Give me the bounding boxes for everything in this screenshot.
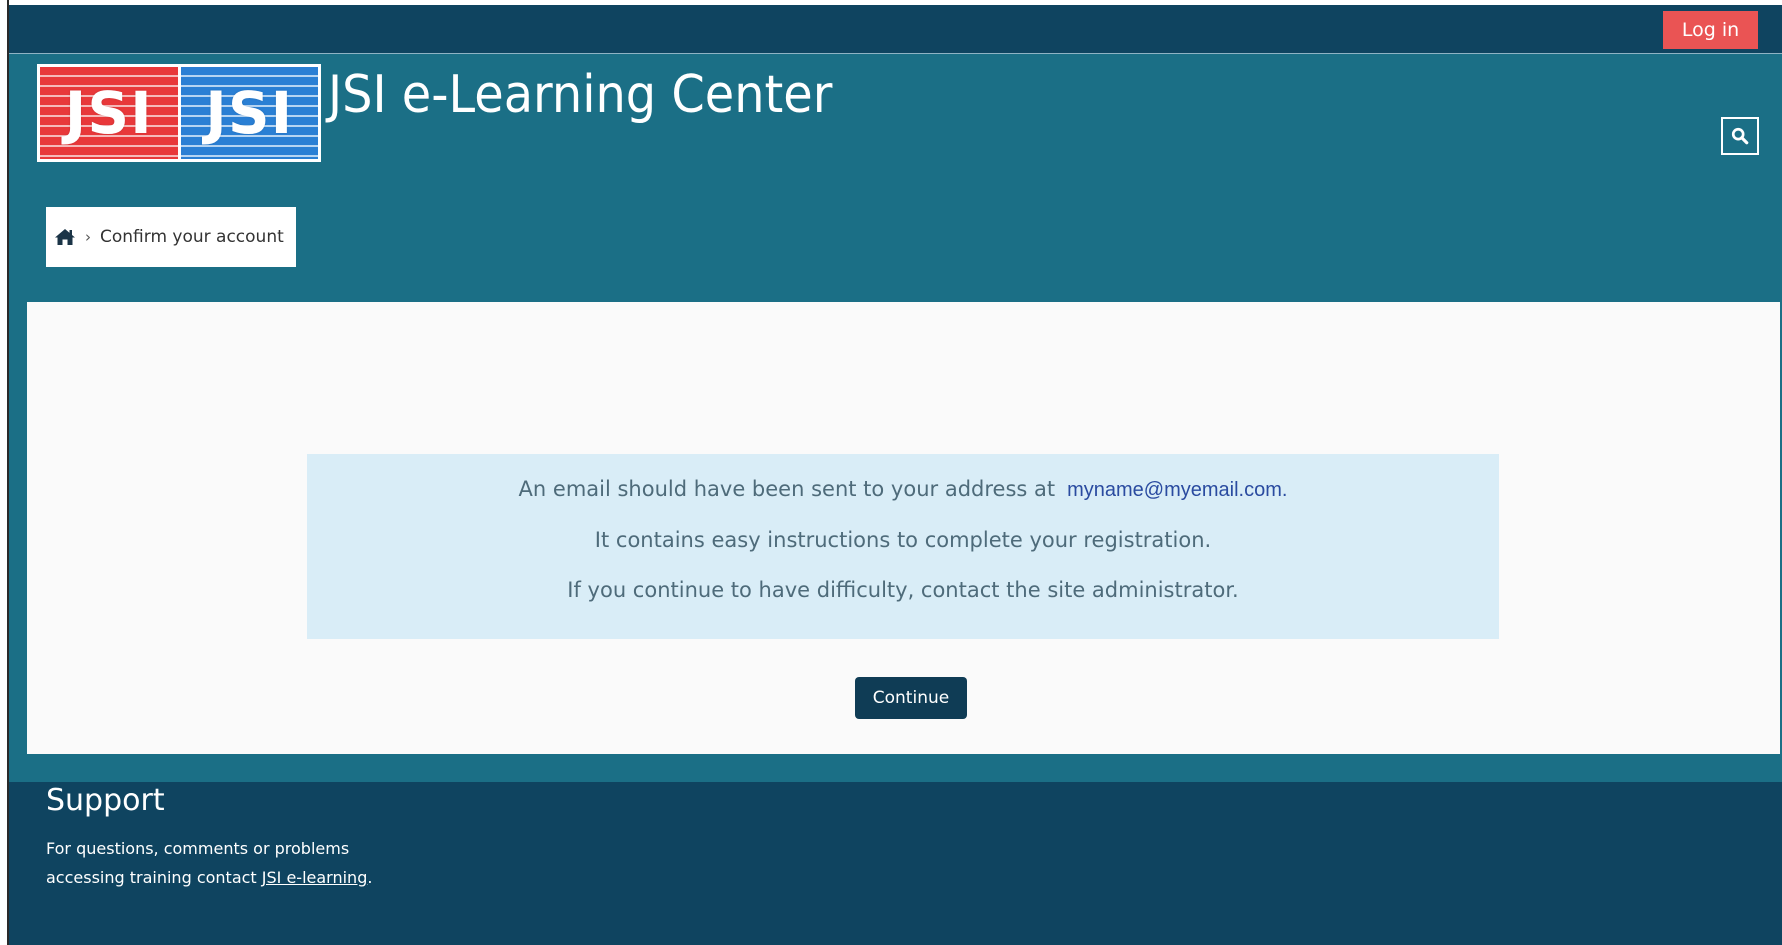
top-navbar: Log in (9, 5, 1782, 54)
logo-right-text: JSI (205, 79, 294, 147)
search-button[interactable] (1721, 117, 1759, 155)
alert-line-2: It contains easy instructions to complet… (594, 528, 1212, 552)
window-left-edge (0, 0, 9, 945)
footer-text-line-2-prefix: accessing training contact (46, 868, 262, 887)
breadcrumb-home-link[interactable] (54, 228, 76, 246)
logo-left-text: JSI (64, 79, 153, 147)
logo-red-panel: JSI (40, 67, 178, 159)
site-header: JSI JSI JSI e-Learning Center › Confirm … (9, 54, 1782, 302)
footer-support-text: For questions, comments or problems acces… (46, 834, 446, 892)
jsi-elearning-link[interactable]: JSI e-learning (262, 868, 368, 887)
breadcrumb: › Confirm your account (46, 207, 296, 267)
alert-line-1-text: An email should have been sent to your a… (518, 477, 1056, 501)
main-content-card: An email should have been sent to your a… (27, 302, 1780, 754)
main-region: An email should have been sent to your a… (9, 302, 1782, 782)
logo-blue-panel: JSI (180, 67, 318, 159)
login-button[interactable]: Log in (1663, 11, 1758, 49)
page: Log in JSI JSI JSI e-Learning Center › C… (0, 0, 1782, 945)
footer-text-line-1: For questions, comments or problems (46, 839, 350, 858)
home-icon (55, 229, 75, 245)
info-alert: An email should have been sent to your a… (307, 454, 1499, 639)
breadcrumb-current: Confirm your account (100, 227, 284, 247)
jsi-logo[interactable]: JSI JSI (37, 64, 321, 162)
footer-text-suffix: . (367, 868, 373, 887)
site-footer: Support For questions, comments or probl… (9, 782, 1782, 945)
alert-line-1: An email should have been sent to your a… (307, 454, 1499, 515)
alert-email: myname@myemail.com. (1067, 479, 1288, 501)
breadcrumb-separator-icon: › (85, 228, 91, 246)
site-title[interactable]: JSI e-Learning Center (328, 60, 832, 130)
footer-heading: Support (46, 783, 165, 818)
search-icon (1731, 127, 1749, 145)
continue-button[interactable]: Continue (855, 677, 967, 719)
alert-line-3: If you continue to have difficulty, cont… (567, 578, 1239, 602)
